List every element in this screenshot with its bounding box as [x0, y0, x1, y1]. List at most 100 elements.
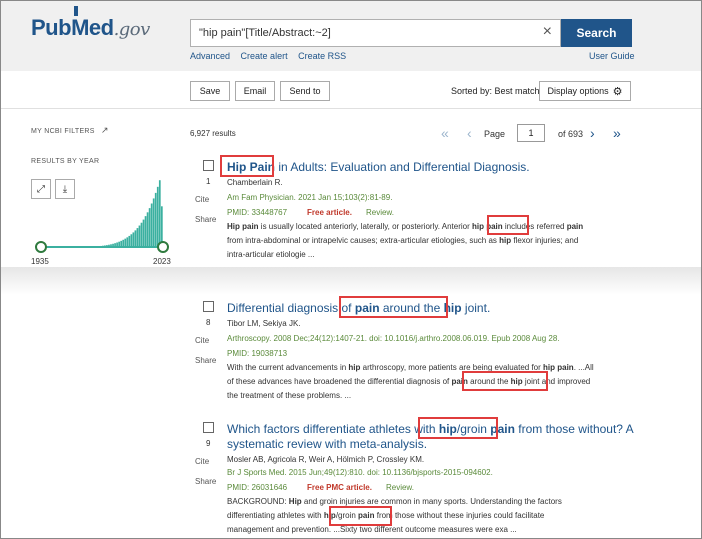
logo-text-med-label: Med	[71, 15, 114, 40]
snippet-text: is usually located anteriorly, laterally…	[258, 222, 472, 231]
email-button[interactable]: Email	[235, 81, 275, 101]
send-to-button[interactable]: Send to	[280, 81, 330, 101]
display-options-label: Display options	[547, 86, 609, 96]
create-rss-link[interactable]: Create RSS	[298, 51, 346, 61]
result-pmid-line: PMID: 33448767 Free article. Review.	[227, 208, 394, 217]
review-badge: Review.	[385, 483, 414, 492]
logo-text-pub: Pub	[31, 15, 72, 40]
snippet-keyword: pain	[566, 222, 584, 231]
pubmed-logo[interactable]: Pub Med.gov	[31, 6, 151, 41]
result-snippet-line-1: Hip pain is usually located anteriorly, …	[227, 220, 583, 234]
year-range-end-handle[interactable]	[157, 241, 169, 253]
clear-icon[interactable]: ×	[543, 23, 552, 41]
page-input[interactable]: 1	[517, 124, 545, 142]
histogram-bar	[152, 198, 155, 247]
cite-button[interactable]: Cite	[195, 336, 209, 345]
histogram-bar	[144, 216, 147, 247]
review-badge: Review.	[365, 208, 394, 217]
result-gap	[1, 267, 701, 295]
search-input[interactable]	[191, 27, 521, 39]
histogram-bar	[136, 228, 139, 247]
year-range-start-handle[interactable]	[35, 241, 47, 253]
histogram-bar	[158, 180, 161, 247]
snippet-text: With the current advancements in	[227, 363, 349, 372]
create-alert-link[interactable]: Create alert	[241, 51, 288, 61]
search-box: ×	[190, 19, 561, 47]
highlight-box	[487, 215, 529, 235]
result-journal: Br J Sports Med. 2015 Jun;49(12):810. do…	[227, 468, 493, 477]
histogram-bar	[146, 212, 149, 247]
result-checkbox[interactable]	[203, 160, 214, 171]
result-number: 1	[206, 177, 211, 186]
free-article-badge: Free article.	[307, 208, 352, 217]
result-journal: Am Fam Physician. 2021 Jan 15;103(2):81-…	[227, 193, 393, 202]
cite-button[interactable]: Cite	[195, 195, 209, 204]
highlight-box	[462, 371, 548, 391]
last-page-icon[interactable]: »	[613, 125, 621, 141]
previous-page-icon[interactable]: ‹	[467, 125, 472, 141]
my-ncbi-filters-link[interactable]: MY NCBI FILTERS ↗	[31, 125, 109, 136]
user-guide-link[interactable]: User Guide	[589, 51, 635, 61]
highlight-box	[220, 155, 274, 177]
bookmark-icon	[74, 6, 79, 16]
next-page-icon[interactable]: ›	[590, 125, 595, 141]
search-sub-links: Advanced Create alert Create RSS	[190, 51, 354, 61]
snippet-keyword: Hip	[288, 497, 302, 506]
results-count: 6,927 results	[190, 129, 236, 138]
first-page-icon[interactable]: «	[441, 125, 449, 141]
histogram-bar	[138, 225, 141, 247]
title-text: joint.	[461, 301, 491, 315]
year-start-label: 1935	[31, 257, 49, 266]
results-by-year-label: RESULTS BY YEAR	[31, 158, 100, 165]
result-journal: Arthroscopy. 2008 Dec;24(12):1407-21. do…	[227, 334, 560, 343]
snippet-text: BACKGROUND:	[227, 497, 289, 506]
histogram-bar	[140, 222, 143, 247]
page-total: of 693	[558, 129, 584, 139]
snippet-text: . ...All	[573, 363, 594, 372]
logo-text-gov: .gov	[113, 19, 151, 40]
save-button[interactable]: Save	[190, 81, 230, 101]
result-snippet-line-1: BACKGROUND: Hip and groin injuries are c…	[227, 495, 562, 509]
share-button[interactable]: Share	[195, 215, 216, 224]
result-checkbox[interactable]	[203, 301, 214, 312]
year-range-track	[41, 246, 163, 248]
share-button[interactable]: Share	[195, 356, 216, 365]
histogram-bar	[156, 186, 159, 247]
snippet-text: and groin injuries are common in many sp…	[301, 497, 562, 506]
snippet-text: of these advances have broadened the dif…	[227, 377, 452, 386]
share-button[interactable]: Share	[195, 477, 216, 486]
advanced-link[interactable]: Advanced	[190, 51, 230, 61]
result-pmid: PMID: 19038713	[227, 349, 288, 358]
result-checkbox[interactable]	[203, 422, 214, 433]
result-snippet-line-3: intra-articular etiologie ...	[227, 250, 315, 259]
histogram-bar	[134, 230, 137, 247]
snippet-text: from intra-abdominal or intrapelvic caus…	[227, 236, 500, 245]
title-text: from those without? A	[514, 422, 634, 436]
result-pmid-line: PMID: 26031646 Free PMC article. Review.	[227, 483, 414, 492]
results-toolbar: Save Email Send to Sorted by: Best match…	[1, 81, 701, 101]
snippet-text: differentiating athletes with	[227, 511, 324, 520]
result-authors: Tibor LM, Sekiya JK.	[227, 319, 301, 328]
search-button[interactable]: Search	[561, 19, 632, 47]
year-end-label: 2023	[153, 257, 171, 266]
pmid: PMID: 33448767	[227, 208, 288, 217]
snippet-keyword: Hip pain	[227, 222, 259, 231]
histogram-bar	[132, 232, 135, 247]
title-text: in Adults: Evaluation and Differential D…	[275, 160, 530, 174]
result-authors: Chamberlain R.	[227, 178, 283, 187]
result-title-link-line-2[interactable]: systematic review with meta-analysis.	[227, 437, 427, 451]
result-snippet-line-3: the treatment of these problems. ...	[227, 391, 352, 400]
highlight-box	[339, 296, 448, 318]
external-link-icon: ↗	[101, 125, 109, 135]
result-snippet-line-3: management and prevention. ...Sixty two …	[227, 525, 517, 534]
highlight-box	[418, 417, 498, 439]
title-text: Differential diagnosis of	[227, 301, 355, 315]
display-options-button[interactable]: Display options ⚙	[539, 81, 631, 101]
histogram-bar	[142, 219, 145, 247]
title-text: Which factors differentiate athletes wit…	[227, 422, 439, 436]
my-ncbi-filters-label: MY NCBI FILTERS	[31, 128, 95, 135]
divider	[1, 108, 701, 109]
cite-button[interactable]: Cite	[195, 457, 209, 466]
sort-label[interactable]: Sorted by: Best match	[451, 86, 540, 96]
header: PubMed.gov × Search Advanced Create aler…	[1, 1, 701, 71]
